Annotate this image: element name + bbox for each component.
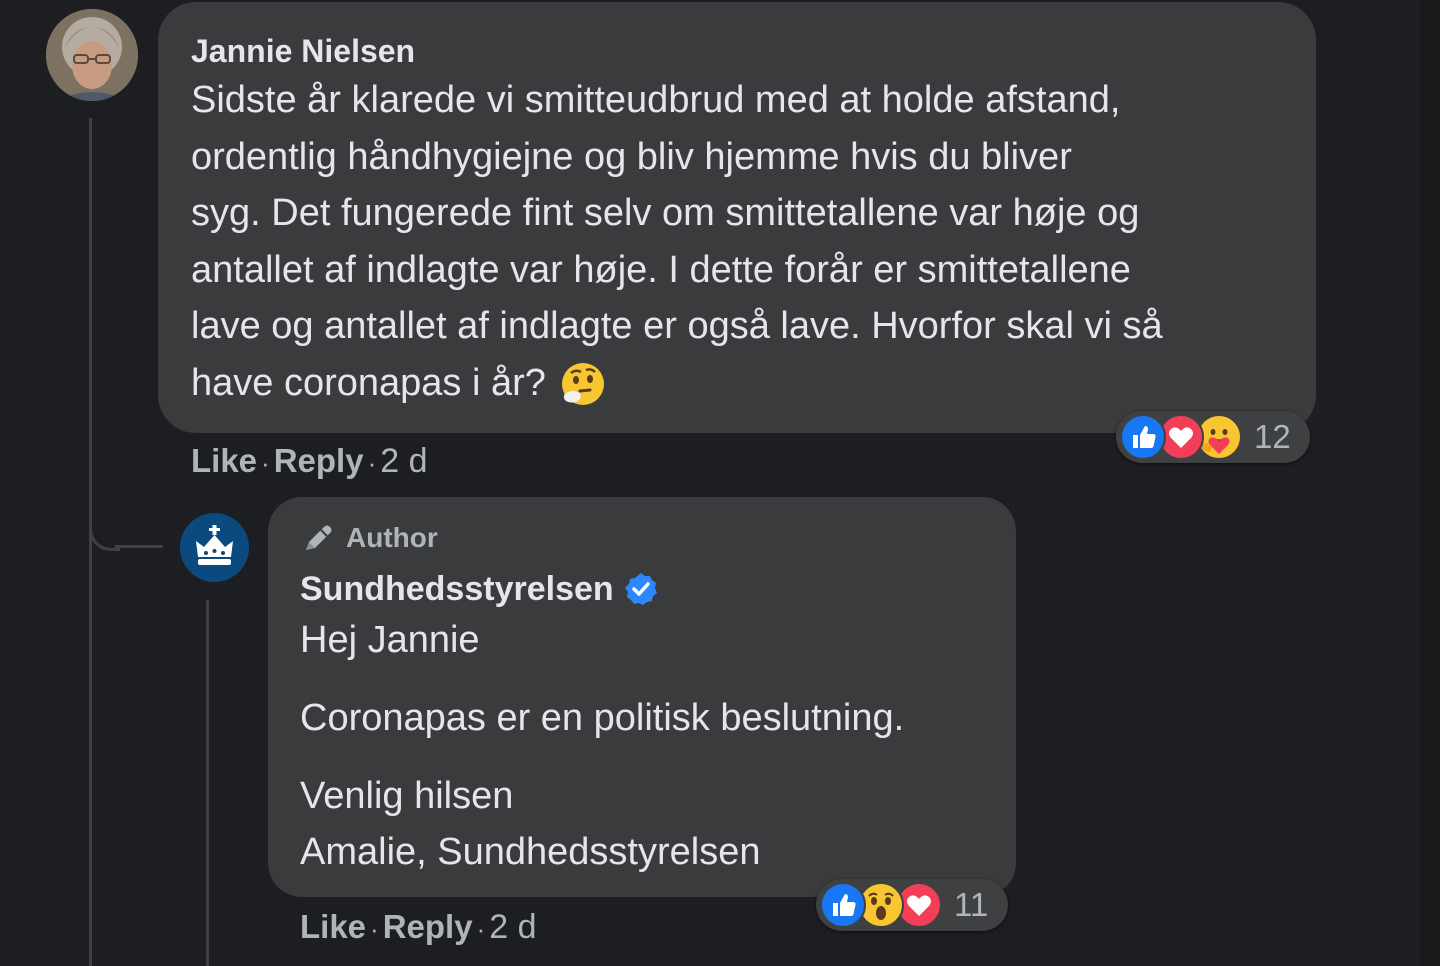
like-reaction-icon xyxy=(1120,414,1166,460)
verified-badge-icon xyxy=(624,572,658,606)
reply-paragraph: Hej Jannie xyxy=(300,619,480,661)
thread-line-reply xyxy=(206,600,209,966)
thread-line-branch xyxy=(115,545,163,548)
comment-actions: Like · Reply · 2 d xyxy=(191,440,428,484)
comment-line: ordentlig håndhygiejne og bliv hjemme hv… xyxy=(191,135,1072,178)
comment-like-button[interactable]: Like xyxy=(191,442,257,479)
reply-reply-button[interactable]: Reply xyxy=(383,908,473,945)
reply-actions: Like · Reply · 2 d xyxy=(300,906,537,950)
like-reaction-icon xyxy=(820,882,866,928)
comment-reactions-summary[interactable]: 12 xyxy=(1116,411,1310,463)
comment-line: syg. Det fungerede fint selv om smitteta… xyxy=(191,192,1140,234)
comment-line: Sidste år klarede vi smitteudbrud med at… xyxy=(191,79,1121,121)
comment-reaction-count: 12 xyxy=(1254,418,1291,455)
pen-icon xyxy=(300,520,336,556)
reply-author-name[interactable]: Sundhedsstyrelsen xyxy=(300,568,658,610)
reply-like-button[interactable]: Like xyxy=(300,908,366,945)
separator-dot: · xyxy=(476,914,486,944)
thinking-face-icon xyxy=(560,361,606,407)
separator-dot: · xyxy=(367,448,377,478)
comment-line: antallet af indlagte var høje. I dette f… xyxy=(191,248,1131,291)
crown-logo-icon xyxy=(180,513,249,582)
reply-author-label: Sundhedsstyrelsen xyxy=(300,570,614,608)
comment-line: lave og antallet af indlagte er også lav… xyxy=(191,305,1163,347)
reply-paragraph: Coronapas er en politisk beslutning. xyxy=(300,697,905,739)
reply-paragraph: Amalie, Sundhedsstyrelsen xyxy=(300,831,761,873)
reply-reactions-summary[interactable]: 11 xyxy=(816,879,1008,931)
comment-line: have coronapas i år? xyxy=(191,361,546,404)
reply-paragraph: Venlig hilsen xyxy=(300,775,514,817)
reply-timestamp[interactable]: 2 d xyxy=(489,908,536,946)
comment-reply-button[interactable]: Reply xyxy=(274,442,364,479)
person-photo-icon xyxy=(46,9,138,101)
comment-timestamp[interactable]: 2 d xyxy=(380,442,427,480)
comment-author-name[interactable]: Jannie Nielsen xyxy=(191,31,415,71)
right-edge-strip xyxy=(1420,0,1440,966)
avatar-sundhedsstyrelsen[interactable] xyxy=(180,513,249,582)
separator-dot: · xyxy=(261,448,270,478)
author-badge: Author xyxy=(300,518,438,558)
separator-dot: · xyxy=(370,914,379,944)
thread-line-main xyxy=(89,118,92,966)
reply-reaction-count: 11 xyxy=(954,886,989,923)
comment-line-last: have coronapas i år? xyxy=(191,355,1163,412)
avatar-jannie-nielsen[interactable] xyxy=(46,9,138,101)
author-badge-label: Author xyxy=(346,522,438,553)
reply-text: Hej Jannie Coronapas er en politisk besl… xyxy=(300,612,904,880)
comment-text: Sidste år klarede vi smitteudbrud med at… xyxy=(191,72,1163,411)
